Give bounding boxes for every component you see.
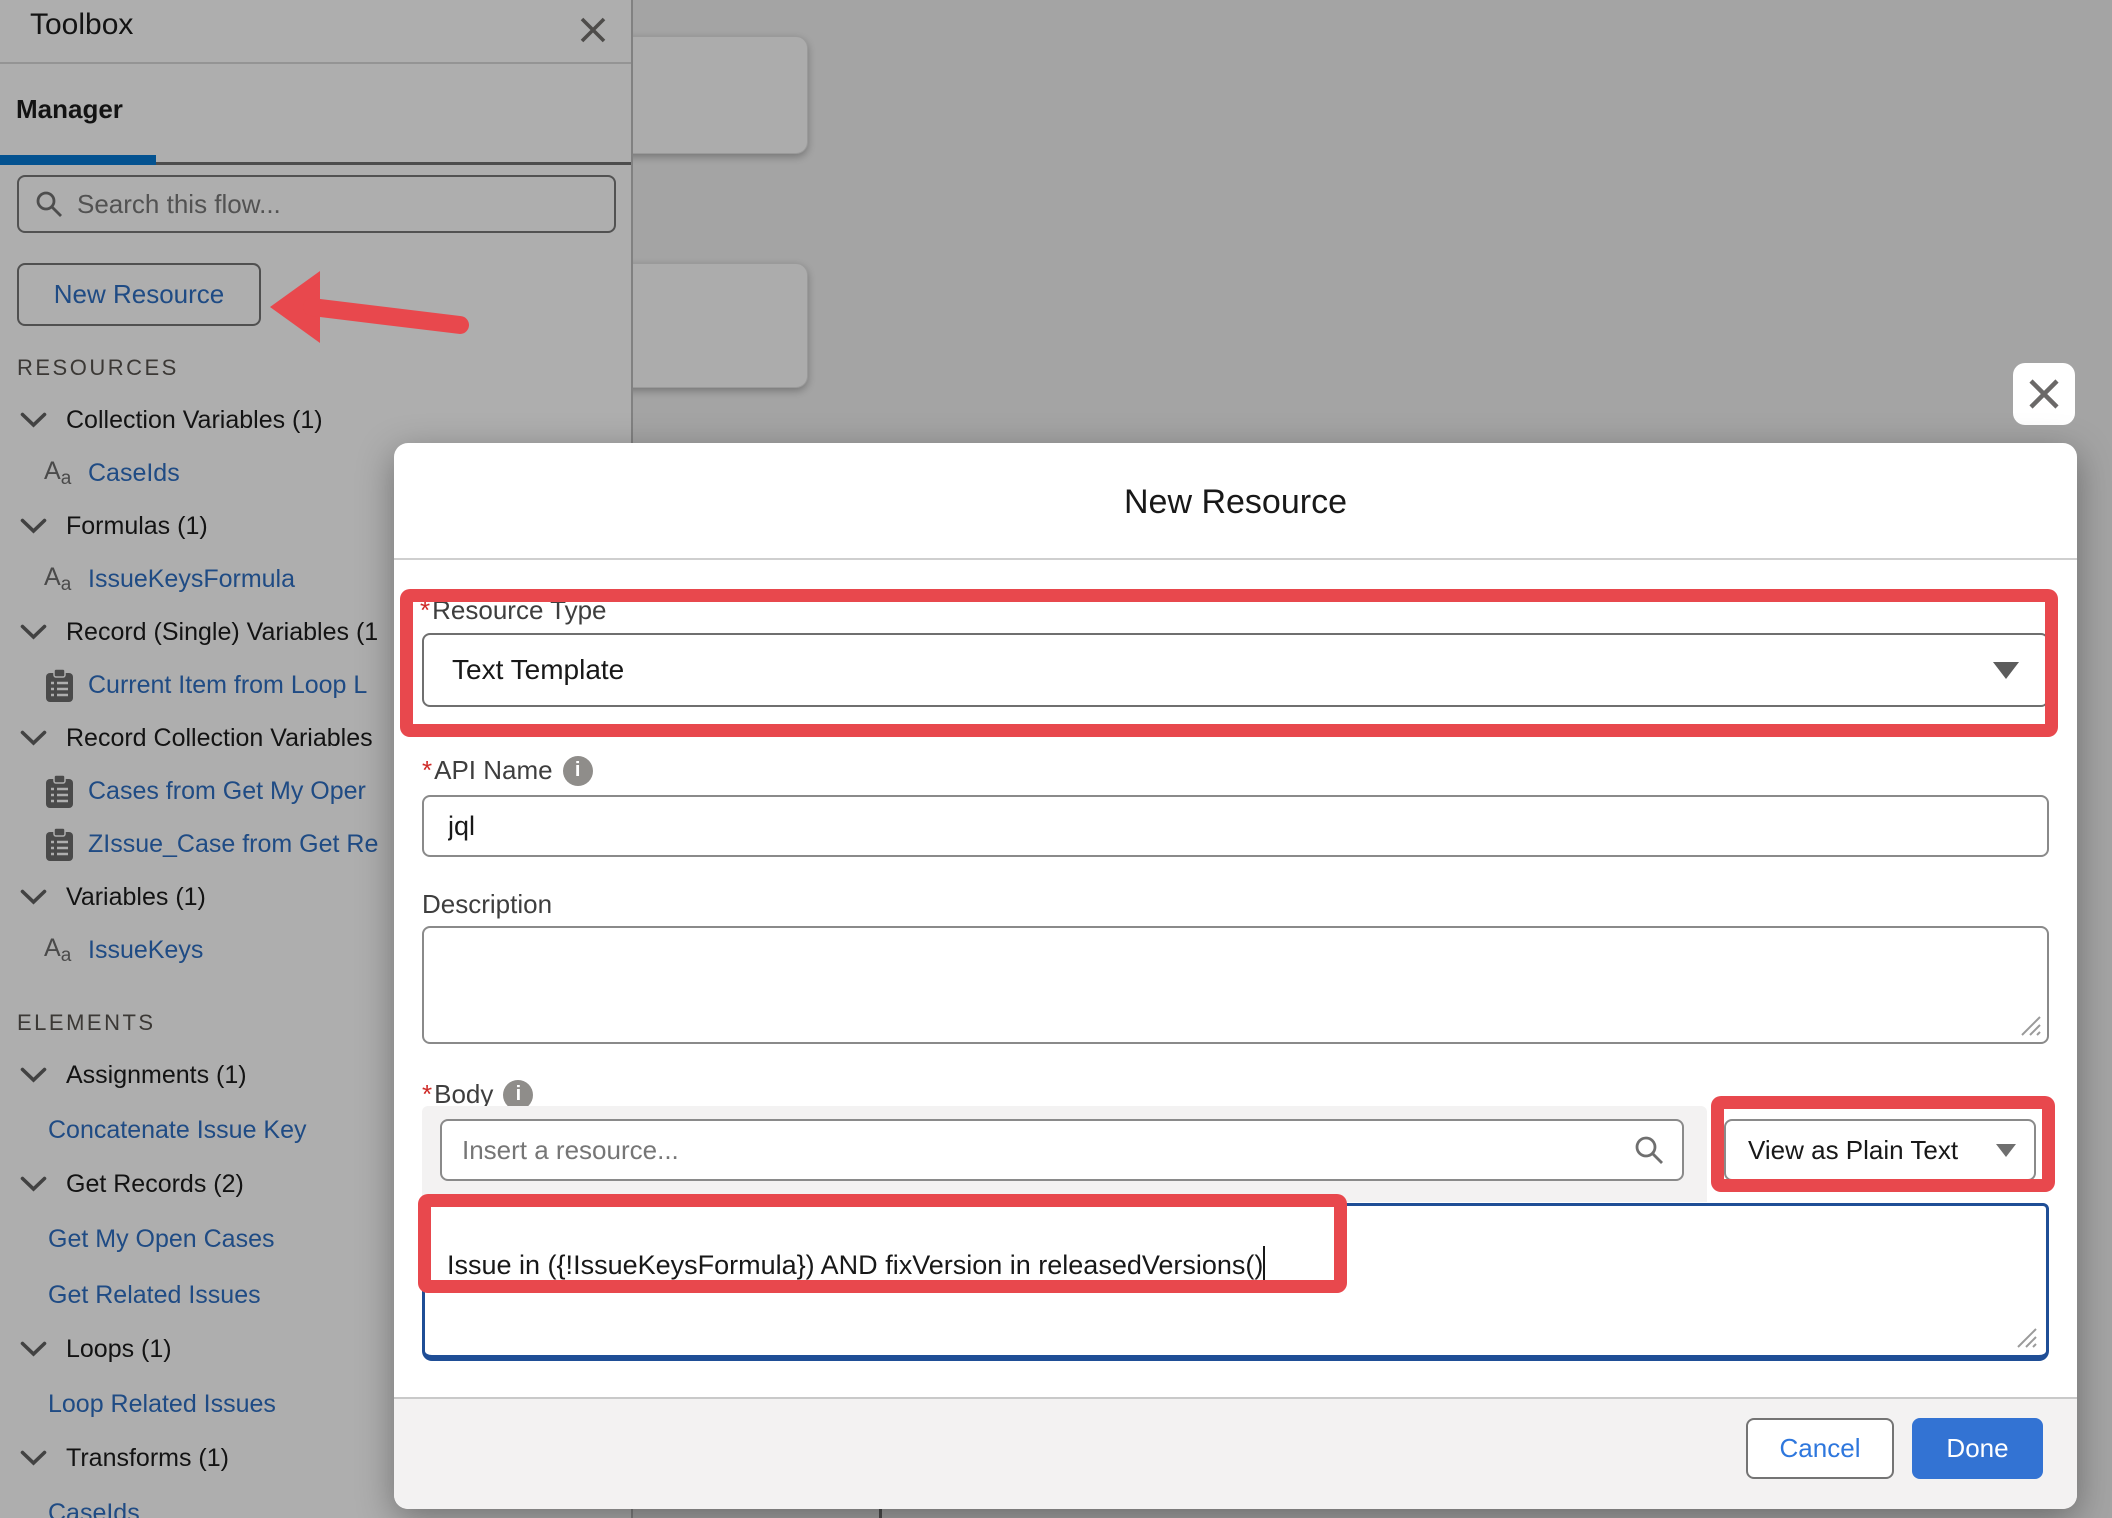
body-textarea[interactable]: Issue in ({!IssueKeysFormula}) AND fixVe… (422, 1203, 2049, 1361)
modal-title: New Resource (394, 483, 2077, 522)
modal-footer: Cancel Done (394, 1397, 2077, 1509)
done-button[interactable]: Done (1912, 1418, 2043, 1479)
view-mode-value: View as Plain Text (1748, 1135, 1996, 1166)
info-icon[interactable]: i (503, 1080, 533, 1110)
body-text: Issue in ({!IssueKeysFormula}) AND fixVe… (447, 1246, 1265, 1281)
info-icon[interactable]: i (563, 756, 593, 786)
description-textarea[interactable] (422, 926, 2049, 1044)
resize-handle-icon[interactable] (2012, 1323, 2038, 1349)
required-asterisk: * (422, 755, 432, 785)
chevron-down-icon (1993, 662, 2019, 679)
required-asterisk: * (420, 595, 430, 625)
insert-resource-box[interactable] (440, 1119, 1684, 1181)
resource-type-label: *Resource Type (420, 595, 607, 626)
api-name-input[interactable] (422, 795, 2049, 857)
modal-close-button[interactable] (2013, 363, 2075, 425)
resize-handle-icon[interactable] (2016, 1011, 2042, 1037)
search-icon (1634, 1135, 1664, 1165)
resource-type-value: Text Template (452, 654, 1993, 686)
close-icon (2026, 376, 2062, 412)
required-asterisk: * (422, 1079, 432, 1109)
insert-resource-input[interactable] (462, 1135, 1622, 1166)
cancel-button[interactable]: Cancel (1746, 1418, 1894, 1479)
text-cursor (1263, 1246, 1265, 1280)
flow-builder-screen: Toolbox Manager New Resource RESOURCESCo… (0, 0, 2112, 1518)
chevron-down-icon (1996, 1144, 2016, 1157)
description-label: Description (422, 889, 552, 920)
api-name-label: *API Name i (422, 755, 593, 786)
resource-type-select[interactable]: Text Template (422, 633, 2049, 707)
view-mode-dropdown[interactable]: View as Plain Text (1724, 1119, 2036, 1181)
new-resource-modal: New Resource *Resource Type Text Templat… (394, 443, 2077, 1509)
divider (394, 558, 2077, 560)
